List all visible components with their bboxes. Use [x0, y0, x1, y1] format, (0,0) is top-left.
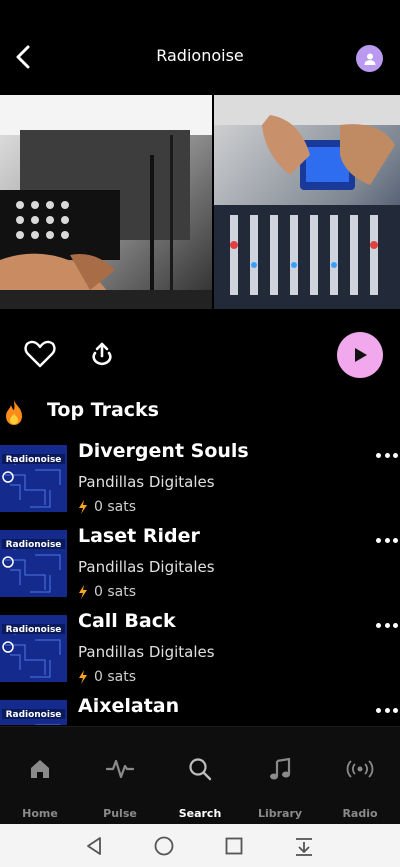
- fire-icon: [6, 400, 22, 425]
- share-button[interactable]: [90, 341, 114, 371]
- avatar[interactable]: [356, 45, 383, 72]
- nav-label: Search: [178, 807, 222, 820]
- home-circle-icon[interactable]: [153, 835, 175, 857]
- sats-value: 0 sats: [94, 584, 137, 600]
- cover-logo-text: Radionoise: [6, 625, 62, 635]
- nav-label: Home: [22, 807, 58, 820]
- recents-square-icon[interactable]: [223, 835, 245, 857]
- search-icon: [189, 758, 212, 781]
- home-icon: [31, 760, 49, 778]
- track-row[interactable]: Radionoise Call Back Pandillas Digitales…: [0, 610, 400, 695]
- like-button[interactable]: [24, 339, 56, 373]
- heart-icon: [24, 340, 56, 368]
- nav-item-pulse[interactable]: Pulse: [80, 727, 160, 825]
- track-row[interactable]: Radionoise Laset Rider Pandillas Digital…: [0, 525, 400, 610]
- nav-item-library[interactable]: Library: [240, 727, 320, 825]
- section-title: Top Tracks: [47, 399, 159, 421]
- user-icon: [364, 53, 375, 65]
- nav-item-radio[interactable]: Radio: [320, 727, 400, 825]
- share-icon: [92, 342, 112, 366]
- app-header: Radionoise: [0, 0, 400, 95]
- music-note-icon: [270, 757, 291, 780]
- track-cover-image: Radionoise: [0, 700, 67, 725]
- track-artist: Pandillas Digitales: [78, 558, 215, 576]
- track-cover-image: Radionoise: [0, 445, 67, 512]
- radio-icon: [346, 760, 374, 778]
- nav-label: Library: [257, 807, 303, 820]
- cover-logo-text: Radionoise: [6, 710, 62, 720]
- more-options-button[interactable]: [376, 535, 398, 545]
- page-title: Radionoise: [156, 46, 244, 65]
- lightning-icon: [79, 585, 87, 599]
- track-row[interactable]: Radionoise Divergent Souls Pandillas Dig…: [0, 440, 400, 525]
- nav-label: Radio: [342, 807, 378, 820]
- lightning-icon: [79, 500, 87, 514]
- cover-logo-text: Radionoise: [6, 540, 62, 550]
- sats-value: 0 sats: [94, 669, 137, 685]
- play-icon: [355, 348, 367, 362]
- notification-pull-icon[interactable]: [293, 835, 315, 857]
- track-title: Aixelatan: [78, 695, 180, 717]
- track-artist: Pandillas Digitales: [78, 643, 215, 661]
- track-artist: Pandillas Digitales: [78, 473, 215, 491]
- cover-logo-text: Radionoise: [6, 455, 62, 465]
- nav-label: Pulse: [103, 807, 137, 820]
- nav-item-home[interactable]: Home: [0, 727, 80, 825]
- system-navigation-bar: [0, 824, 400, 867]
- track-sats: 0 sats: [78, 499, 136, 515]
- more-options-button[interactable]: [376, 450, 398, 460]
- artist-actions: [0, 330, 400, 380]
- artist-banner-image: [0, 95, 400, 309]
- lightning-icon: [79, 670, 87, 684]
- top-tracks-header: Top Tracks: [0, 396, 400, 426]
- track-title: Laset Rider: [78, 525, 200, 547]
- nav-item-search[interactable]: Search: [160, 727, 240, 825]
- track-title: Divergent Souls: [78, 440, 249, 462]
- more-options-button[interactable]: [376, 705, 398, 715]
- back-triangle-icon[interactable]: [84, 835, 106, 857]
- track-cover-image: Radionoise: [0, 530, 67, 597]
- track-row[interactable]: Radionoise Aixelatan: [0, 695, 400, 725]
- track-sats: 0 sats: [78, 584, 136, 600]
- more-options-button[interactable]: [376, 620, 398, 630]
- sats-value: 0 sats: [94, 499, 137, 515]
- pulse-icon: [106, 759, 134, 779]
- track-cover-image: Radionoise: [0, 615, 67, 682]
- track-title: Call Back: [78, 610, 176, 632]
- play-button[interactable]: [337, 332, 383, 378]
- track-list: Radionoise Divergent Souls Pandillas Dig…: [0, 440, 400, 725]
- track-sats: 0 sats: [78, 669, 136, 685]
- bottom-navigation: Home Pulse Search Library Radio: [0, 726, 400, 824]
